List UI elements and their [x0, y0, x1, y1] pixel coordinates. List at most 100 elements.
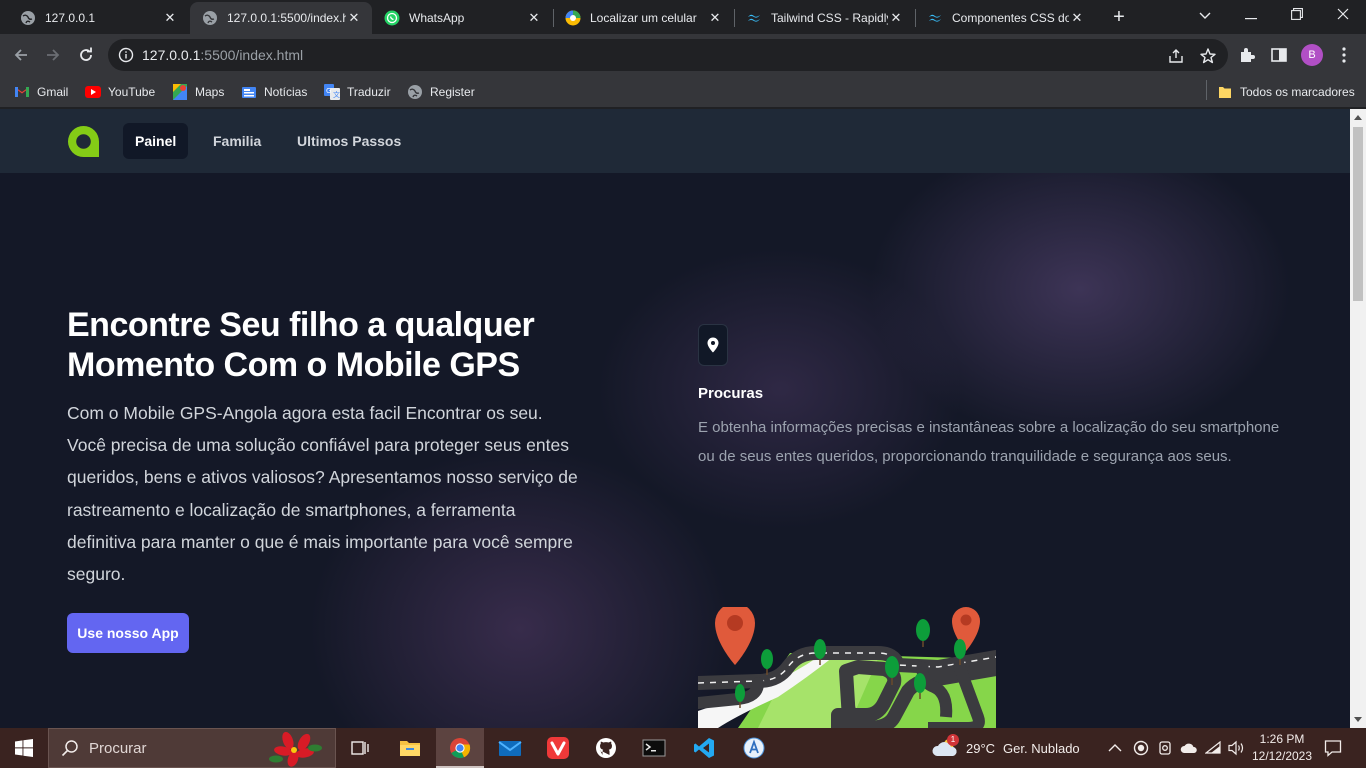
bookmark-register[interactable]: Register [407, 82, 475, 102]
wifi-icon[interactable] [1205, 728, 1221, 768]
app-installer-button[interactable] [730, 728, 778, 768]
map-pin-icon [698, 324, 728, 366]
tab-title: 127.0.0.1:5500/index.h [227, 11, 346, 25]
site-logo-icon[interactable] [67, 125, 100, 158]
scrollbar-thumb[interactable] [1353, 127, 1363, 301]
bookmark-label: Todos os marcadores [1240, 85, 1355, 99]
github-button[interactable] [582, 728, 630, 768]
bookmark-gmail[interactable]: Gmail [14, 82, 68, 102]
notifications-icon[interactable] [1324, 728, 1342, 768]
globe-icon [202, 10, 218, 26]
start-button[interactable] [0, 728, 48, 768]
star-icon[interactable] [1199, 47, 1217, 65]
url-host: 127.0.0.1 [142, 47, 201, 63]
terminal-button[interactable] [630, 728, 678, 768]
camera-icon[interactable] [1157, 728, 1173, 768]
github-icon [596, 738, 616, 758]
extensions-icon[interactable] [1237, 45, 1257, 65]
vscode-button[interactable] [680, 728, 728, 768]
url-text: 127.0.0.1:5500/index.html [142, 47, 303, 63]
mail-button[interactable] [486, 728, 534, 768]
folder-icon [1217, 84, 1233, 100]
bookmark-label: YouTube [108, 85, 156, 99]
google-find-icon [565, 10, 581, 26]
page-scrollbar[interactable] [1350, 109, 1366, 728]
close-icon[interactable]: ✕ [162, 10, 178, 26]
search-placeholder: Procurar [89, 739, 147, 757]
restore-button[interactable] [1274, 4, 1320, 28]
weather-widget[interactable]: 1 29°C Ger. Nublado [932, 728, 1080, 768]
side-panel-icon[interactable] [1269, 45, 1289, 65]
vivaldi-button[interactable] [534, 728, 582, 768]
chrome-button[interactable] [436, 728, 484, 768]
chevron-up-icon[interactable] [1108, 728, 1122, 768]
svg-text:G: G [326, 87, 331, 95]
close-icon[interactable]: ✕ [707, 10, 723, 26]
weather-badge: 1 [947, 734, 959, 746]
reload-button[interactable] [73, 42, 99, 68]
profile-avatar[interactable]: B [1301, 44, 1323, 66]
news-icon [241, 84, 257, 100]
tab-title: 127.0.0.1 [45, 11, 96, 25]
use-app-button[interactable]: Use nosso App [67, 613, 189, 653]
scroll-up-icon[interactable] [1354, 115, 1362, 120]
taskbar-search[interactable]: Procurar [48, 728, 336, 768]
close-icon[interactable]: ✕ [1069, 10, 1085, 26]
site-navbar: Painel Familia Ultimos Passos [0, 109, 1350, 173]
bookmark-label: Register [430, 85, 475, 99]
volume-icon[interactable] [1227, 728, 1245, 768]
task-view-button[interactable] [336, 728, 384, 768]
tab-title: WhatsApp [409, 11, 465, 25]
mail-icon [498, 741, 522, 756]
address-bar[interactable]: 127.0.0.1:5500/index.html [108, 39, 1228, 71]
forward-button[interactable] [40, 42, 66, 68]
bookmark-noticias[interactable]: Notícias [241, 82, 307, 102]
page-viewport: Painel Familia Ultimos Passos Encontre S… [0, 109, 1350, 728]
close-icon[interactable]: ✕ [888, 10, 904, 26]
tab-1[interactable]: 127.0.0.1 ✕ [8, 2, 188, 34]
tab-4[interactable]: Localizar um celular ✕ [553, 2, 733, 34]
close-icon[interactable]: ✕ [526, 10, 542, 26]
menu-dots-icon[interactable] [1334, 45, 1354, 65]
arrow-left-icon [14, 49, 27, 61]
nav-familia[interactable]: Familia [201, 123, 273, 159]
chrome-icon [450, 738, 471, 759]
tab-6[interactable]: Componentes CSS do ✕ [915, 2, 1095, 34]
tab-search-button[interactable] [1182, 4, 1228, 28]
whatsapp-icon [384, 10, 400, 26]
site-info-icon[interactable] [118, 47, 134, 63]
bookmark-youtube[interactable]: YouTube [85, 82, 155, 102]
back-button[interactable] [8, 42, 34, 68]
record-icon[interactable] [1133, 728, 1149, 768]
close-icon[interactable]: ✕ [346, 10, 362, 26]
nav-ultimos-passos[interactable]: Ultimos Passos [285, 123, 413, 159]
cloud-sun-icon: 1 [932, 734, 960, 760]
file-explorer-button[interactable] [386, 728, 434, 768]
scroll-down-icon[interactable] [1354, 717, 1362, 722]
nav-painel[interactable]: Painel [123, 123, 189, 159]
windows-taskbar: Procurar 1 29°C Ger. Nublado 1:26 PM 12/… [0, 728, 1366, 768]
tab-title: Componentes CSS do [952, 11, 1069, 25]
tab-2[interactable]: 127.0.0.1:5500/index.h ✕ [190, 2, 372, 34]
taskbar-clock[interactable]: 1:26 PM 12/12/2023 [1246, 731, 1318, 765]
new-tab-button[interactable]: + [1108, 6, 1130, 28]
share-icon[interactable] [1167, 47, 1185, 65]
reload-icon [80, 47, 92, 61]
weather-temp: 29°C [966, 740, 996, 756]
feature-title: Procuras [698, 385, 764, 402]
task-view-icon [351, 741, 369, 755]
poinsettia-icon [269, 731, 322, 767]
app-installer-icon [743, 737, 765, 759]
bookmark-traduzir[interactable]: G文 Traduzir [324, 82, 391, 102]
youtube-icon [85, 84, 101, 100]
tab-3[interactable]: WhatsApp ✕ [372, 2, 552, 34]
close-window-button[interactable] [1320, 4, 1366, 28]
tab-5[interactable]: Tailwind CSS - Rapidly ✕ [734, 2, 914, 34]
onedrive-icon[interactable] [1180, 728, 1198, 768]
vivaldi-icon [547, 737, 569, 759]
bookmark-maps[interactable]: Maps [172, 82, 224, 102]
bookmark-label: Gmail [37, 85, 69, 99]
minimize-button[interactable] [1228, 4, 1274, 28]
bookmark-label: Maps [195, 85, 225, 99]
all-bookmarks[interactable]: Todos os marcadores [1217, 82, 1355, 102]
